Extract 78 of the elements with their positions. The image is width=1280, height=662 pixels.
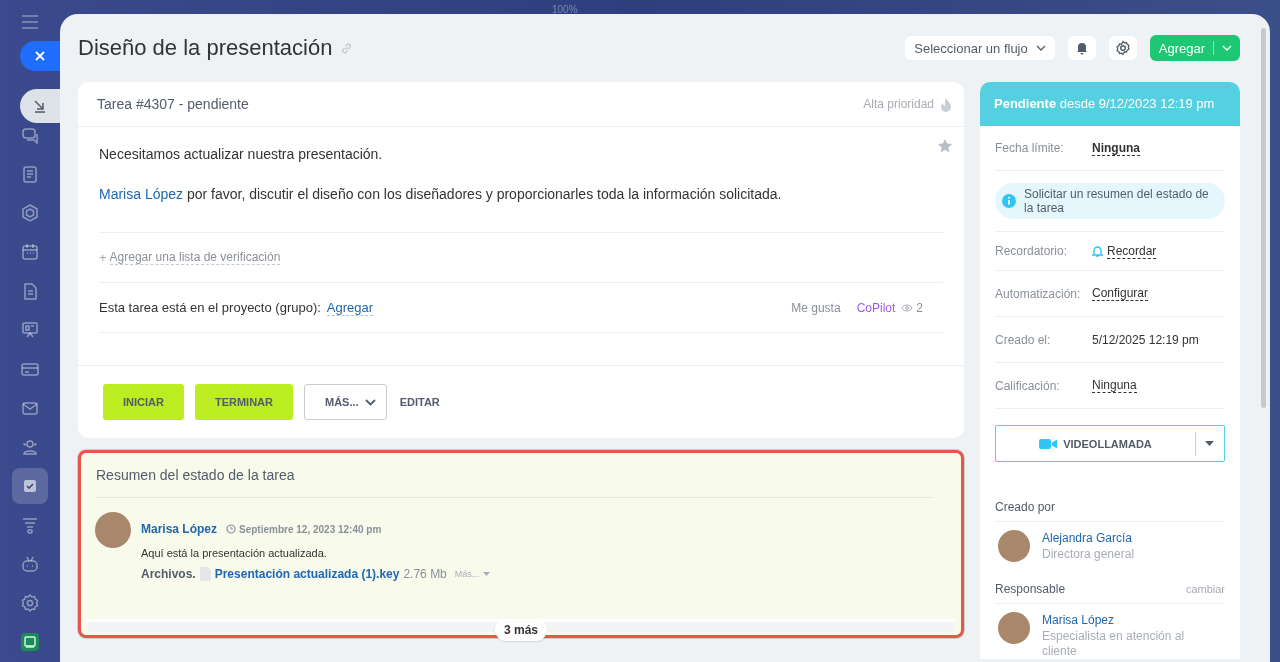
field-label: Calificación:: [995, 378, 1061, 393]
avatar: [95, 512, 131, 548]
reminder-link[interactable]: Recordar: [1107, 243, 1157, 259]
field-link[interactable]: Configurar: [1092, 286, 1149, 301]
caret-icon: [1205, 441, 1214, 446]
field-label: Fecha límite:: [995, 141, 1065, 155]
add-checklist-link[interactable]: Agregar una lista de verificación: [109, 250, 281, 265]
settings-icon: [20, 592, 40, 613]
chevron-down-icon: [1035, 45, 1046, 51]
settings-icon: [1114, 40, 1131, 56]
hexagon-icon: [20, 202, 40, 223]
user-link[interactable]: Alejandra García: [1042, 531, 1222, 545]
avatar: [998, 530, 1030, 562]
scrollbar[interactable]: [1261, 28, 1266, 408]
field-label: Recordatorio:: [995, 244, 1069, 258]
caret-icon: [483, 572, 491, 576]
close-button[interactable]: [20, 41, 60, 71]
video-call-button[interactable]: VIDEOLLAMADA: [995, 425, 1225, 462]
task-instruction: Marisa López por favor, discutir el diseño con los diseñadores y proporcionarles toda la información solicitada.: [99, 185, 783, 203]
user-link[interactable]: Marisa López: [99, 186, 184, 202]
comment-time: Septiembre 12, 2023 12:40 pm: [239, 523, 382, 535]
star-icon[interactable]: [937, 138, 953, 154]
section-title: Resumen del estado de la tarea: [95, 453, 933, 498]
sidebar-item[interactable]: [12, 467, 48, 504]
section-heading: Creado por: [995, 500, 1056, 514]
arrow-down-right-icon: [32, 98, 48, 114]
eye-icon: [901, 303, 914, 312]
task-description: Necesitamos actualizar nuestra presentación.: [99, 145, 384, 163]
file-link[interactable]: Presentación actualizada (1).key: [214, 567, 400, 581]
field-value: 5/12/2025 12:19 pm: [1092, 332, 1199, 347]
files-label: Archivos.: [141, 567, 196, 581]
view-count: 2: [916, 300, 923, 315]
show-more-button[interactable]: 3 más: [495, 619, 547, 641]
field-label: Creado el:: [995, 332, 1052, 347]
field-link[interactable]: Ninguna: [1092, 378, 1137, 393]
notification-button[interactable]: [1067, 36, 1096, 60]
menu-icon[interactable]: [21, 15, 39, 29]
close-icon: [34, 50, 46, 62]
deadline-link[interactable]: Ninguna: [1092, 140, 1140, 156]
status-banner: Pendiente desde 9/12/2023 12:19 pm: [980, 82, 1240, 126]
zoom-level: 100%: [552, 4, 578, 15]
minimize-button[interactable]: [20, 89, 60, 123]
copilot-link[interactable]: CoPilot: [856, 300, 896, 315]
document-icon: [20, 163, 40, 184]
user-link[interactable]: Marisa López: [1042, 613, 1222, 627]
link-icon[interactable]: [340, 41, 354, 55]
edit-button[interactable]: EDITAR: [397, 384, 442, 420]
action-button[interactable]: INICIAR: [103, 384, 184, 420]
add-project-link[interactable]: Agregar: [326, 299, 374, 316]
chevron-down-icon: [1222, 45, 1232, 51]
more-button[interactable]: MÁS...: [304, 384, 387, 420]
task-number: Tarea #4307 - pendiente: [97, 96, 249, 112]
author-link[interactable]: Marisa López: [141, 522, 218, 536]
priority-label: Alta prioridad: [863, 97, 934, 111]
task-title: Diseño de la presentación: [78, 35, 333, 61]
avatar: [998, 612, 1030, 644]
user-role: Directora general: [1042, 547, 1136, 562]
flow-select[interactable]: Seleccionar un flujo: [905, 36, 1055, 60]
bell-icon: [1092, 245, 1103, 257]
clock-icon: [226, 524, 237, 534]
plus-sign: +: [99, 250, 107, 265]
field-label: Automatización:: [995, 286, 1082, 301]
app-icon: [20, 631, 40, 652]
presentation-icon: [20, 319, 40, 340]
action-button[interactable]: TERMINAR: [194, 384, 293, 420]
settings-button[interactable]: [1108, 36, 1137, 60]
like-link[interactable]: Me gusta: [791, 300, 841, 315]
flame-icon: [940, 96, 952, 112]
info-icon: [1002, 194, 1016, 208]
video-camera-icon: [1039, 437, 1058, 450]
project-label: Esta tarea está en el proyecto (grupo):: [99, 300, 321, 315]
calendar-icon: [20, 241, 40, 262]
chevron-down-icon: [364, 398, 376, 406]
section-heading: Responsable: [995, 582, 1066, 596]
status-summary-button[interactable]: Solicitar un resumen del estado de la tarea: [995, 183, 1225, 219]
file-size: 2.76 Mb: [403, 567, 447, 581]
comment-text: Aquí está la presentación actualizada.: [141, 547, 328, 559]
user-role: Especialista en atención al cliente: [1042, 629, 1186, 659]
